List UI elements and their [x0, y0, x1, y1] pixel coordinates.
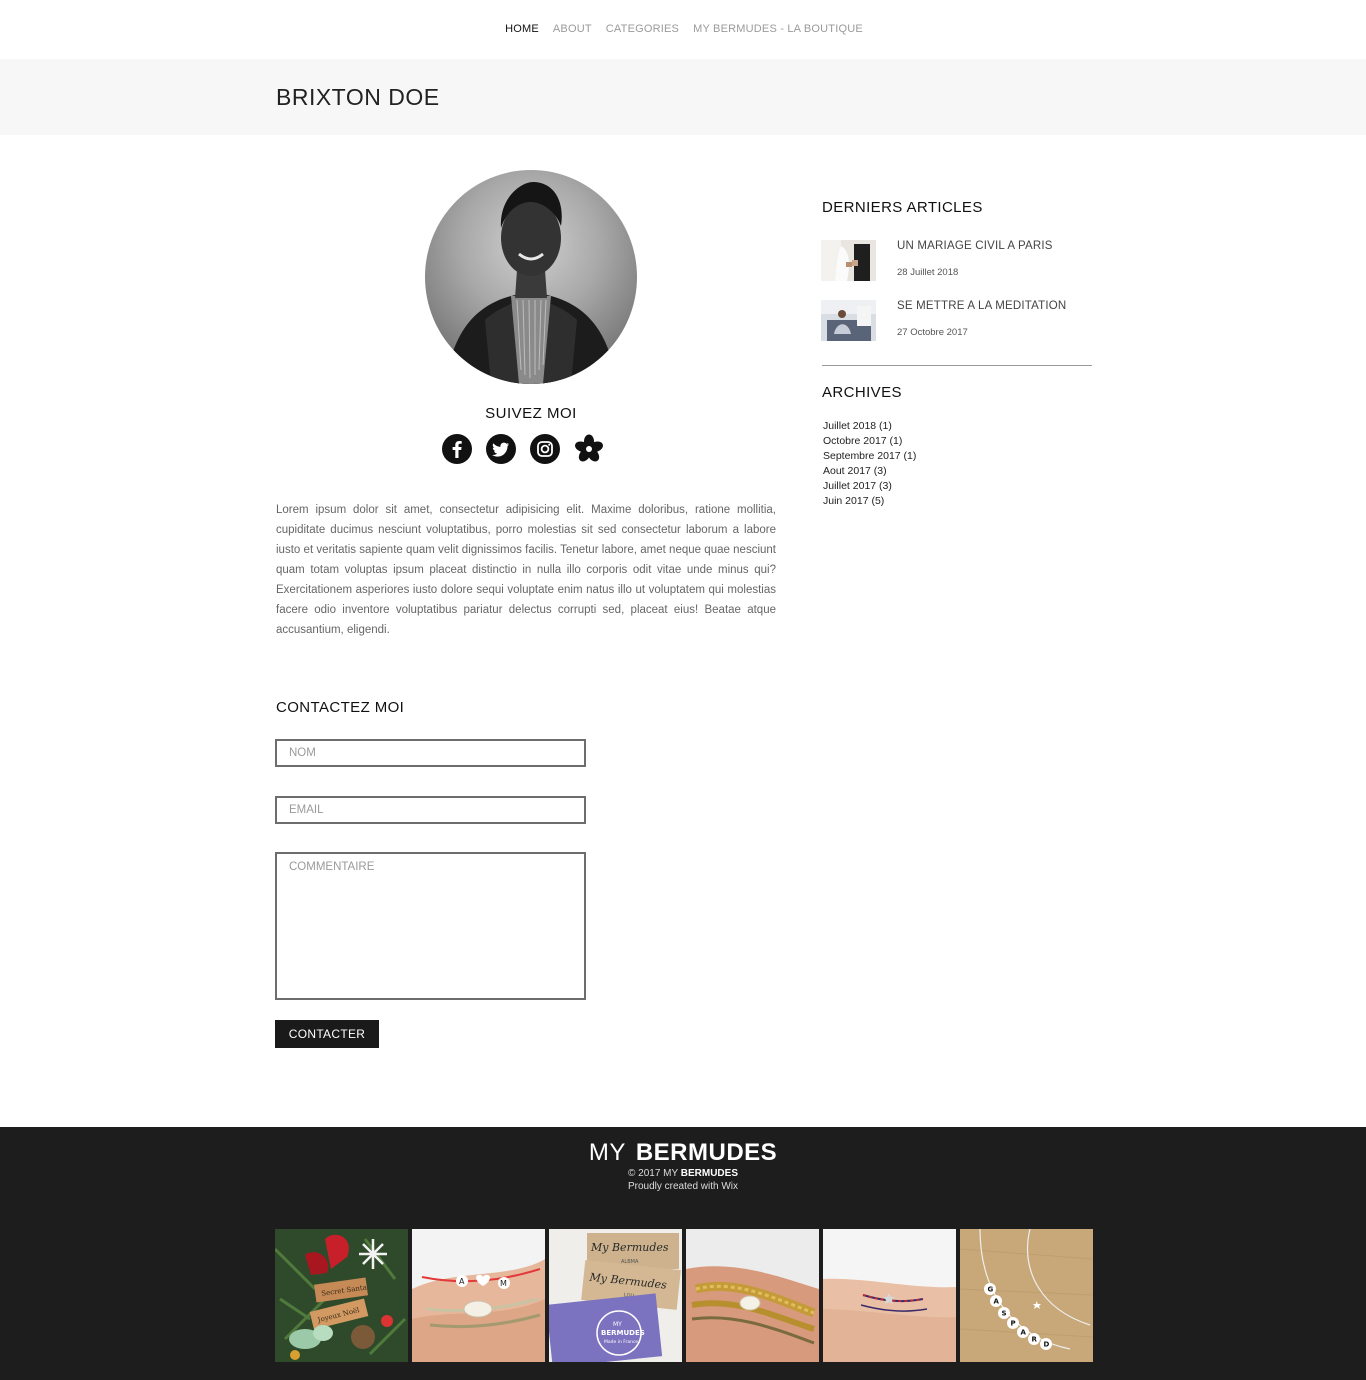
- page-title: BRIXTON DOE: [276, 84, 440, 110]
- gallery-card-text: ALBMA: [621, 1259, 639, 1265]
- gallery-image[interactable]: G A S P A R D: [960, 1229, 1093, 1362]
- sidebar-divider: [822, 365, 1092, 366]
- name-field[interactable]: [275, 739, 586, 767]
- copyright-prefix: © 2017 MY: [627, 1168, 678, 1179]
- archive-link[interactable]: Juillet 2017 (3): [823, 479, 916, 494]
- social-links: [442, 434, 604, 464]
- comment-field[interactable]: [275, 852, 586, 1000]
- credit-text: Proudly created with Wix: [627, 1181, 739, 1192]
- brand-bermudes: BERMUDES: [635, 1139, 778, 1166]
- footer-brand: MY BERMUDES: [0, 1139, 1366, 1167]
- instagram-icon[interactable]: [530, 434, 560, 464]
- article-date: 28 Juillet 2018: [897, 267, 959, 278]
- bead-letter: D: [1044, 1341, 1050, 1349]
- contact-title: CONTACTEZ MOI: [276, 699, 405, 716]
- copyright: © 2017 MY BERMUDES: [0, 1168, 1366, 1179]
- main-nav: HOME ABOUT CATEGORIES MY BERMUDES - LA B…: [0, 0, 1366, 59]
- gallery-logo-text: MY: [613, 1321, 622, 1328]
- archive-link[interactable]: Octobre 2017 (1): [823, 434, 916, 449]
- gallery-image[interactable]: A M: [412, 1229, 545, 1362]
- archive-link[interactable]: Septembre 2017 (1): [823, 449, 916, 464]
- gallery-logo-text: Made in France: [604, 1339, 638, 1345]
- bead-letter: A: [459, 1277, 465, 1286]
- article-thumbnail[interactable]: [821, 240, 876, 281]
- nav-item-about[interactable]: ABOUT: [553, 23, 592, 35]
- copyright-brand: BERMUDES: [680, 1168, 738, 1179]
- nav-item-home[interactable]: HOME: [505, 23, 539, 35]
- twitter-icon[interactable]: [486, 434, 516, 464]
- recent-article[interactable]: SE METTRE A LA MEDITATION 27 Octobre 201…: [821, 300, 1092, 342]
- bead-letter: A: [1021, 1329, 1027, 1337]
- gallery-image[interactable]: My Bermudes ALBMA My Bermudes LOU MY BER…: [549, 1229, 682, 1362]
- article-thumbnail[interactable]: [821, 300, 876, 341]
- contact-button[interactable]: CONTACTER: [275, 1020, 379, 1048]
- gallery-logo-text: BERMUDES: [601, 1329, 645, 1337]
- article-title[interactable]: SE METTRE A LA MEDITATION: [897, 300, 1066, 312]
- archives-title: ARCHIVES: [822, 384, 902, 401]
- archive-link[interactable]: Juin 2017 (5): [823, 494, 916, 509]
- bio-text: Lorem ipsum dolor sit amet, consectetur …: [276, 504, 776, 636]
- flower-icon[interactable]: [574, 434, 604, 464]
- bead-letter: M: [500, 1279, 507, 1288]
- bead-letter: S: [1002, 1310, 1007, 1318]
- recent-article[interactable]: UN MARIAGE CIVIL A PARIS 28 Juillet 2018: [821, 240, 1092, 282]
- bead-letter: P: [1011, 1320, 1016, 1328]
- avatar: [425, 170, 637, 384]
- gallery-image[interactable]: [686, 1229, 819, 1362]
- instagram-gallery: Secret Santa Joyeux Noël A M My Bermudes…: [275, 1229, 1093, 1362]
- archive-link[interactable]: Aout 2017 (3): [823, 464, 916, 479]
- nav-item-categories[interactable]: CATEGORIES: [606, 23, 679, 35]
- email-field[interactable]: [275, 796, 586, 824]
- bead-letter: G: [988, 1286, 994, 1294]
- nav-item-boutique[interactable]: MY BERMUDES - LA BOUTIQUE: [693, 23, 863, 35]
- gallery-image[interactable]: [823, 1229, 956, 1362]
- article-title[interactable]: UN MARIAGE CIVIL A PARIS: [897, 240, 1053, 252]
- page-header: BRIXTON DOE: [0, 59, 1366, 135]
- archive-link[interactable]: Juillet 2018 (1): [823, 419, 916, 434]
- gallery-image[interactable]: Secret Santa Joyeux Noël: [275, 1229, 408, 1362]
- article-date: 27 Octobre 2017: [897, 327, 968, 338]
- archives-list: Juillet 2018 (1) Octobre 2017 (1) Septem…: [823, 419, 916, 509]
- footer: MY BERMUDES © 2017 MY BERMUDES Proudly cr…: [0, 1127, 1366, 1380]
- bead-letter: R: [1032, 1336, 1038, 1344]
- brand-my: MY: [588, 1139, 626, 1166]
- recent-articles-title: DERNIERS ARTICLES: [822, 199, 983, 216]
- gallery-card-text: My Bermudes: [590, 1241, 669, 1254]
- facebook-icon[interactable]: [442, 434, 472, 464]
- bead-letter: A: [994, 1298, 1000, 1306]
- follow-title: SUIVEZ MOI: [485, 405, 577, 422]
